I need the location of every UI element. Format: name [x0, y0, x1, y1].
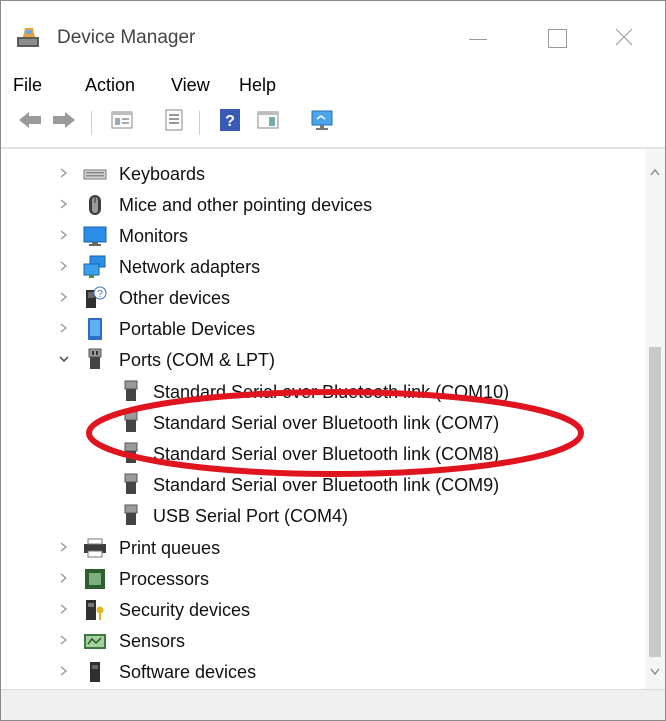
tree-item-mice[interactable]: Mice and other pointing devices [57, 190, 617, 220]
tree-item-label: Ports (COM & LPT) [119, 350, 276, 370]
portable-device-icon [88, 318, 102, 340]
toolbar-separator [91, 111, 92, 135]
scroll-down-icon[interactable] [649, 667, 661, 677]
sensor-icon [84, 634, 106, 649]
tree-item-label: Keyboards [119, 164, 206, 184]
tree-item-other-devices[interactable]: ? Other devices [57, 283, 617, 313]
scrollbar-thumb[interactable] [649, 347, 661, 657]
port-icon [124, 504, 138, 525]
tree-item-software-devices[interactable]: Software devices [57, 657, 617, 687]
properties-icon[interactable] [161, 107, 187, 133]
maximize-button[interactable] [533, 19, 579, 57]
menu-help[interactable]: Help [239, 75, 276, 96]
monitor-icon [83, 226, 107, 246]
chevron-right-icon[interactable] [57, 633, 71, 647]
port-icon [124, 473, 138, 494]
vertical-scrollbar[interactable] [645, 149, 665, 689]
forward-arrow-icon[interactable] [51, 107, 77, 133]
tree-item-label: Standard Serial over Bluetooth link (COM… [153, 444, 500, 464]
tree-item-label: Software devices [119, 662, 257, 682]
device-manager-app-icon [17, 28, 39, 47]
device-tree: Keyboards Mice and other pointing device… [1, 149, 645, 689]
tree-item-com7[interactable]: Standard Serial over Bluetooth link (COM… [119, 408, 619, 438]
tree-item-label: Standard Serial over Bluetooth link (COM… [153, 413, 500, 433]
device-manager-window: Device Manager File Action View Help ? K… [0, 0, 666, 721]
tree-item-label: Mice and other pointing devices [119, 195, 373, 215]
tree-item-label: Security devices [119, 600, 251, 620]
chevron-right-icon[interactable] [57, 540, 71, 554]
scroll-up-icon[interactable] [649, 167, 661, 177]
port-icon [124, 380, 138, 401]
mouse-icon [89, 195, 101, 215]
toolbar-separator [199, 111, 200, 135]
close-icon [615, 28, 633, 46]
chevron-right-icon[interactable] [57, 571, 71, 585]
title-bar: Device Manager [1, 1, 665, 63]
tree-item-security-devices[interactable]: Security devices [57, 595, 617, 625]
chevron-right-icon[interactable] [57, 259, 71, 273]
keyboard-icon [83, 169, 107, 180]
tree-item-ports[interactable]: Ports (COM & LPT) [57, 345, 617, 375]
help-icon[interactable]: ? [217, 107, 243, 133]
tree-item-processors[interactable]: Processors [57, 564, 617, 594]
svg-text:?: ? [225, 113, 235, 130]
minimize-icon [469, 39, 487, 40]
menu-bar: File Action View Help [1, 63, 665, 103]
menu-view[interactable]: View [171, 75, 210, 96]
close-button[interactable] [601, 19, 647, 57]
tree-item-label: Processors [119, 569, 210, 589]
tree-item-monitors[interactable]: Monitors [57, 221, 617, 251]
back-arrow-icon[interactable] [17, 107, 43, 133]
tree-item-com10[interactable]: Standard Serial over Bluetooth link (COM… [119, 377, 619, 407]
tree-item-sensors[interactable]: Sensors [57, 626, 617, 656]
chevron-right-icon[interactable] [57, 228, 71, 242]
tree-item-label: Monitors [119, 226, 189, 246]
tree-view-icon[interactable] [109, 107, 135, 133]
minimize-button[interactable] [453, 19, 499, 57]
chevron-right-icon[interactable] [57, 602, 71, 616]
tree-item-label: Standard Serial over Bluetooth link (COM… [153, 475, 500, 495]
menu-action[interactable]: Action [85, 75, 135, 96]
chevron-right-icon[interactable] [57, 664, 71, 678]
action-pane-icon[interactable] [255, 107, 281, 133]
tree-item-label: Network adapters [119, 257, 261, 277]
security-device-icon [86, 600, 104, 620]
maximize-icon [548, 29, 567, 48]
printer-icon [84, 538, 106, 558]
chevron-right-icon[interactable] [57, 197, 71, 211]
tree-item-network-adapters[interactable]: Network adapters [57, 252, 617, 282]
tree-item-label: Portable Devices [119, 319, 256, 339]
status-bar [1, 689, 665, 720]
chevron-down-icon[interactable] [57, 352, 71, 366]
port-icon [124, 411, 138, 432]
tree-item-label: USB Serial Port (COM4) [153, 506, 349, 526]
menu-file[interactable]: File [13, 75, 42, 96]
port-icon [124, 442, 138, 463]
tree-item-label: Other devices [119, 288, 231, 308]
svg-text:?: ? [97, 289, 103, 300]
tree-item-label: Sensors [119, 631, 186, 651]
chevron-right-icon[interactable] [57, 290, 71, 304]
tree-item-label: Print queues [119, 538, 221, 558]
tree-item-label: Standard Serial over Bluetooth link (COM… [153, 382, 510, 402]
port-icon [88, 348, 102, 369]
software-device-icon [90, 662, 100, 682]
window-title: Device Manager [57, 27, 196, 48]
chevron-right-icon[interactable] [57, 166, 71, 180]
tree-item-keyboards[interactable]: Keyboards [57, 159, 617, 189]
chevron-right-icon[interactable] [57, 321, 71, 335]
tree-item-com4[interactable]: USB Serial Port (COM4) [119, 501, 619, 531]
tree-item-print-queues[interactable]: Print queues [57, 533, 617, 563]
processor-icon [85, 569, 105, 589]
network-icon [83, 255, 106, 278]
tree-item-com9[interactable]: Standard Serial over Bluetooth link (COM… [119, 470, 619, 500]
monitor-scan-icon[interactable] [309, 107, 335, 133]
other-devices-icon: ? [86, 286, 107, 308]
toolbar: ? [1, 103, 665, 147]
tree-item-portable-devices[interactable]: Portable Devices [57, 314, 617, 344]
tree-item-com8[interactable]: Standard Serial over Bluetooth link (COM… [119, 439, 619, 469]
